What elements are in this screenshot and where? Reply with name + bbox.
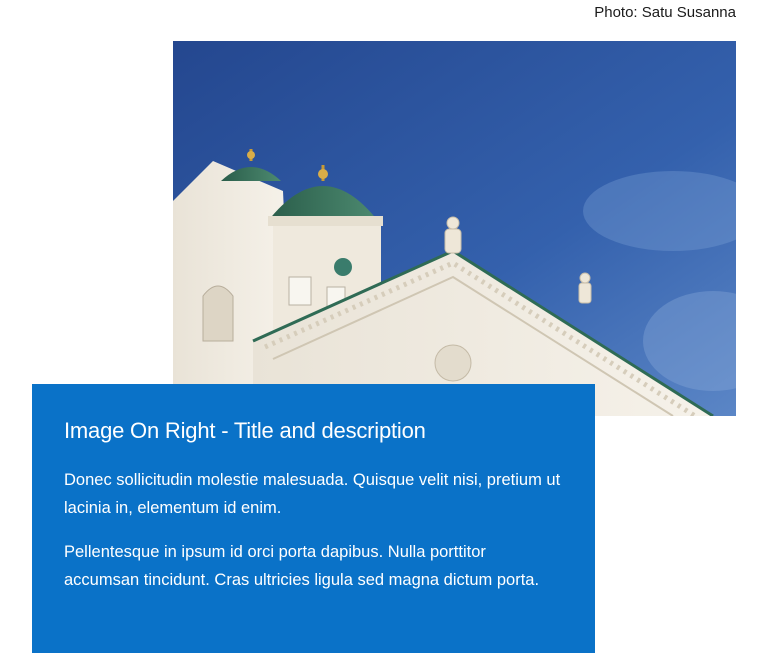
content-card: Image On Right - Title and description D… (32, 384, 595, 653)
cathedral-photo (173, 41, 736, 416)
photo-credit: Photo: Satu Susanna (594, 4, 736, 21)
card-paragraph-1: Donec sollicitudin molestie malesuada. Q… (64, 471, 561, 517)
card-paragraph-2: Pellentesque in ipsum id orci porta dapi… (64, 543, 540, 589)
card-title: Image On Right - Title and description (64, 418, 426, 443)
cathedral-photo-illustration (173, 41, 736, 416)
